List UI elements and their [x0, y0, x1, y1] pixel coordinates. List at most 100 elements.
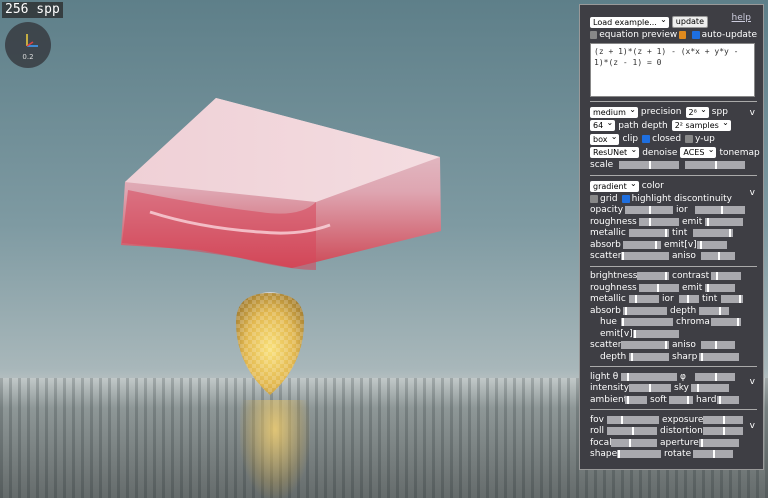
divider: [590, 366, 757, 367]
clip-select[interactable]: box: [590, 131, 620, 145]
render-collapse-icon[interactable]: v: [750, 108, 755, 118]
emit-v-label: emit[v]: [664, 239, 697, 250]
sky-label: sky: [674, 383, 689, 393]
hue-slider[interactable]: [621, 318, 673, 326]
equation-preview-label: equation preview: [599, 30, 678, 40]
color-select[interactable]: gradient: [590, 178, 639, 192]
gizmo-scale-label: 0.2: [22, 53, 34, 61]
ground-ior-slider[interactable]: [679, 295, 699, 303]
scatter-label: scatter: [590, 251, 622, 261]
material-collapse-icon[interactable]: v: [750, 188, 755, 198]
scale-label: scale: [590, 160, 614, 170]
y-up-checkbox[interactable]: [685, 135, 694, 143]
precision-label: precision: [640, 107, 682, 117]
roll-slider[interactable]: [607, 427, 657, 435]
hard-slider[interactable]: [717, 395, 739, 404]
aniso-label: aniso: [672, 251, 696, 261]
highlight-discontinuity-label: highlight discontinuity: [631, 193, 732, 204]
ground-emit-slider[interactable]: [705, 283, 735, 292]
ground-aniso-slider[interactable]: [701, 341, 735, 349]
ground-scatter-slider[interactable]: [621, 341, 669, 349]
ground-depth-label: depth: [670, 305, 697, 316]
axes-icon: [26, 34, 38, 47]
emit-v-slider[interactable]: [697, 240, 727, 249]
highlight-discontinuity-checkbox[interactable]: [621, 194, 630, 203]
light-collapse-icon[interactable]: v: [750, 377, 755, 387]
spp-select[interactable]: 2⁸: [685, 104, 709, 118]
equation-preview-toggle[interactable]: [679, 31, 687, 39]
ground-scatter-label: scatter: [590, 340, 622, 350]
scatter-slider[interactable]: [621, 252, 669, 260]
ground-tint-slider[interactable]: [721, 295, 743, 303]
distortion-slider[interactable]: [703, 427, 743, 435]
help-link[interactable]: help: [732, 13, 751, 23]
color-label: color: [641, 181, 664, 191]
opacity-slider[interactable]: [625, 206, 673, 214]
shape-label: shape: [590, 449, 618, 459]
tint-slider[interactable]: [693, 229, 733, 237]
update-button[interactable]: update: [671, 16, 708, 28]
ground-ior-label: ior: [662, 294, 674, 304]
contrast-label: contrast: [672, 271, 710, 281]
tonemap-label: tonemap: [719, 147, 760, 158]
ground-metallic-slider[interactable]: [629, 295, 659, 303]
exposure-label: exposure: [662, 414, 704, 425]
ground-emit-v-slider[interactable]: [633, 329, 679, 338]
ambient-slider[interactable]: [625, 395, 647, 404]
samples-select[interactable]: 2² samples: [671, 117, 731, 131]
ior-slider[interactable]: [695, 206, 745, 214]
equation-preview-checkbox[interactable]: [590, 31, 598, 39]
path-depth-select[interactable]: 64: [590, 117, 616, 131]
auto-update-label: auto-update: [701, 30, 757, 40]
aniso-slider[interactable]: [701, 252, 735, 260]
ground-roughness-label: roughness: [590, 282, 637, 293]
soft-label: soft: [650, 394, 667, 405]
light-phi-slider[interactable]: [695, 372, 735, 381]
aperture-slider[interactable]: [699, 438, 739, 447]
denoise-select[interactable]: ResUNet: [590, 144, 640, 158]
camera-collapse-icon[interactable]: v: [750, 421, 755, 431]
rotate-slider[interactable]: [693, 450, 733, 458]
chroma-slider[interactable]: [711, 318, 741, 326]
equation-input[interactable]: (z + 1)*(z + 1) - (x*x + y*y - 1)*(z - 1…: [590, 42, 755, 97]
contrast-slider[interactable]: [711, 272, 741, 280]
soft-slider[interactable]: [669, 395, 693, 404]
auto-update-checkbox[interactable]: [692, 31, 700, 39]
absorb-slider[interactable]: [623, 240, 661, 249]
shape-slider[interactable]: [617, 450, 661, 458]
grid-checkbox[interactable]: [590, 194, 598, 203]
brightness-slider[interactable]: [637, 272, 669, 280]
sky-slider[interactable]: [691, 384, 729, 392]
intensity-slider[interactable]: [629, 384, 671, 392]
tint-label: tint: [672, 228, 688, 238]
light-theta-label: light θ: [590, 371, 619, 382]
precision-select[interactable]: medium: [590, 104, 638, 118]
divider: [590, 265, 757, 267]
load-example-select[interactable]: Load example...: [590, 14, 669, 28]
denoise-label: denoise: [642, 147, 678, 158]
focal-slider[interactable]: [611, 438, 657, 447]
scale-slider-2[interactable]: [685, 161, 746, 169]
roughness-slider[interactable]: [639, 217, 679, 226]
ground-absorb-slider[interactable]: [623, 306, 667, 315]
light-theta-slider[interactable]: [621, 372, 677, 381]
metallic-slider[interactable]: [629, 229, 669, 237]
closed-label: closed: [652, 134, 682, 144]
ground-depth-slider[interactable]: [699, 306, 729, 315]
axis-gizmo[interactable]: 0.2: [5, 22, 51, 68]
emit-slider[interactable]: [705, 217, 743, 226]
closed-checkbox[interactable]: [642, 135, 651, 143]
distortion-label: distortion: [660, 426, 703, 436]
path-depth-label: path depth: [618, 120, 668, 131]
divider: [590, 100, 757, 102]
roll-label: roll: [590, 426, 605, 436]
exposure-slider[interactable]: [703, 415, 743, 424]
scale-slider[interactable]: [619, 161, 680, 169]
tonemap-select[interactable]: ACES: [680, 144, 717, 158]
sharp-label: sharp: [672, 351, 698, 362]
sharp-slider[interactable]: [699, 352, 739, 361]
ground-roughness-slider[interactable]: [639, 283, 679, 292]
fov-slider[interactable]: [607, 415, 659, 424]
metallic-label: metallic: [590, 228, 626, 238]
ground-depth2-slider[interactable]: [629, 352, 669, 361]
